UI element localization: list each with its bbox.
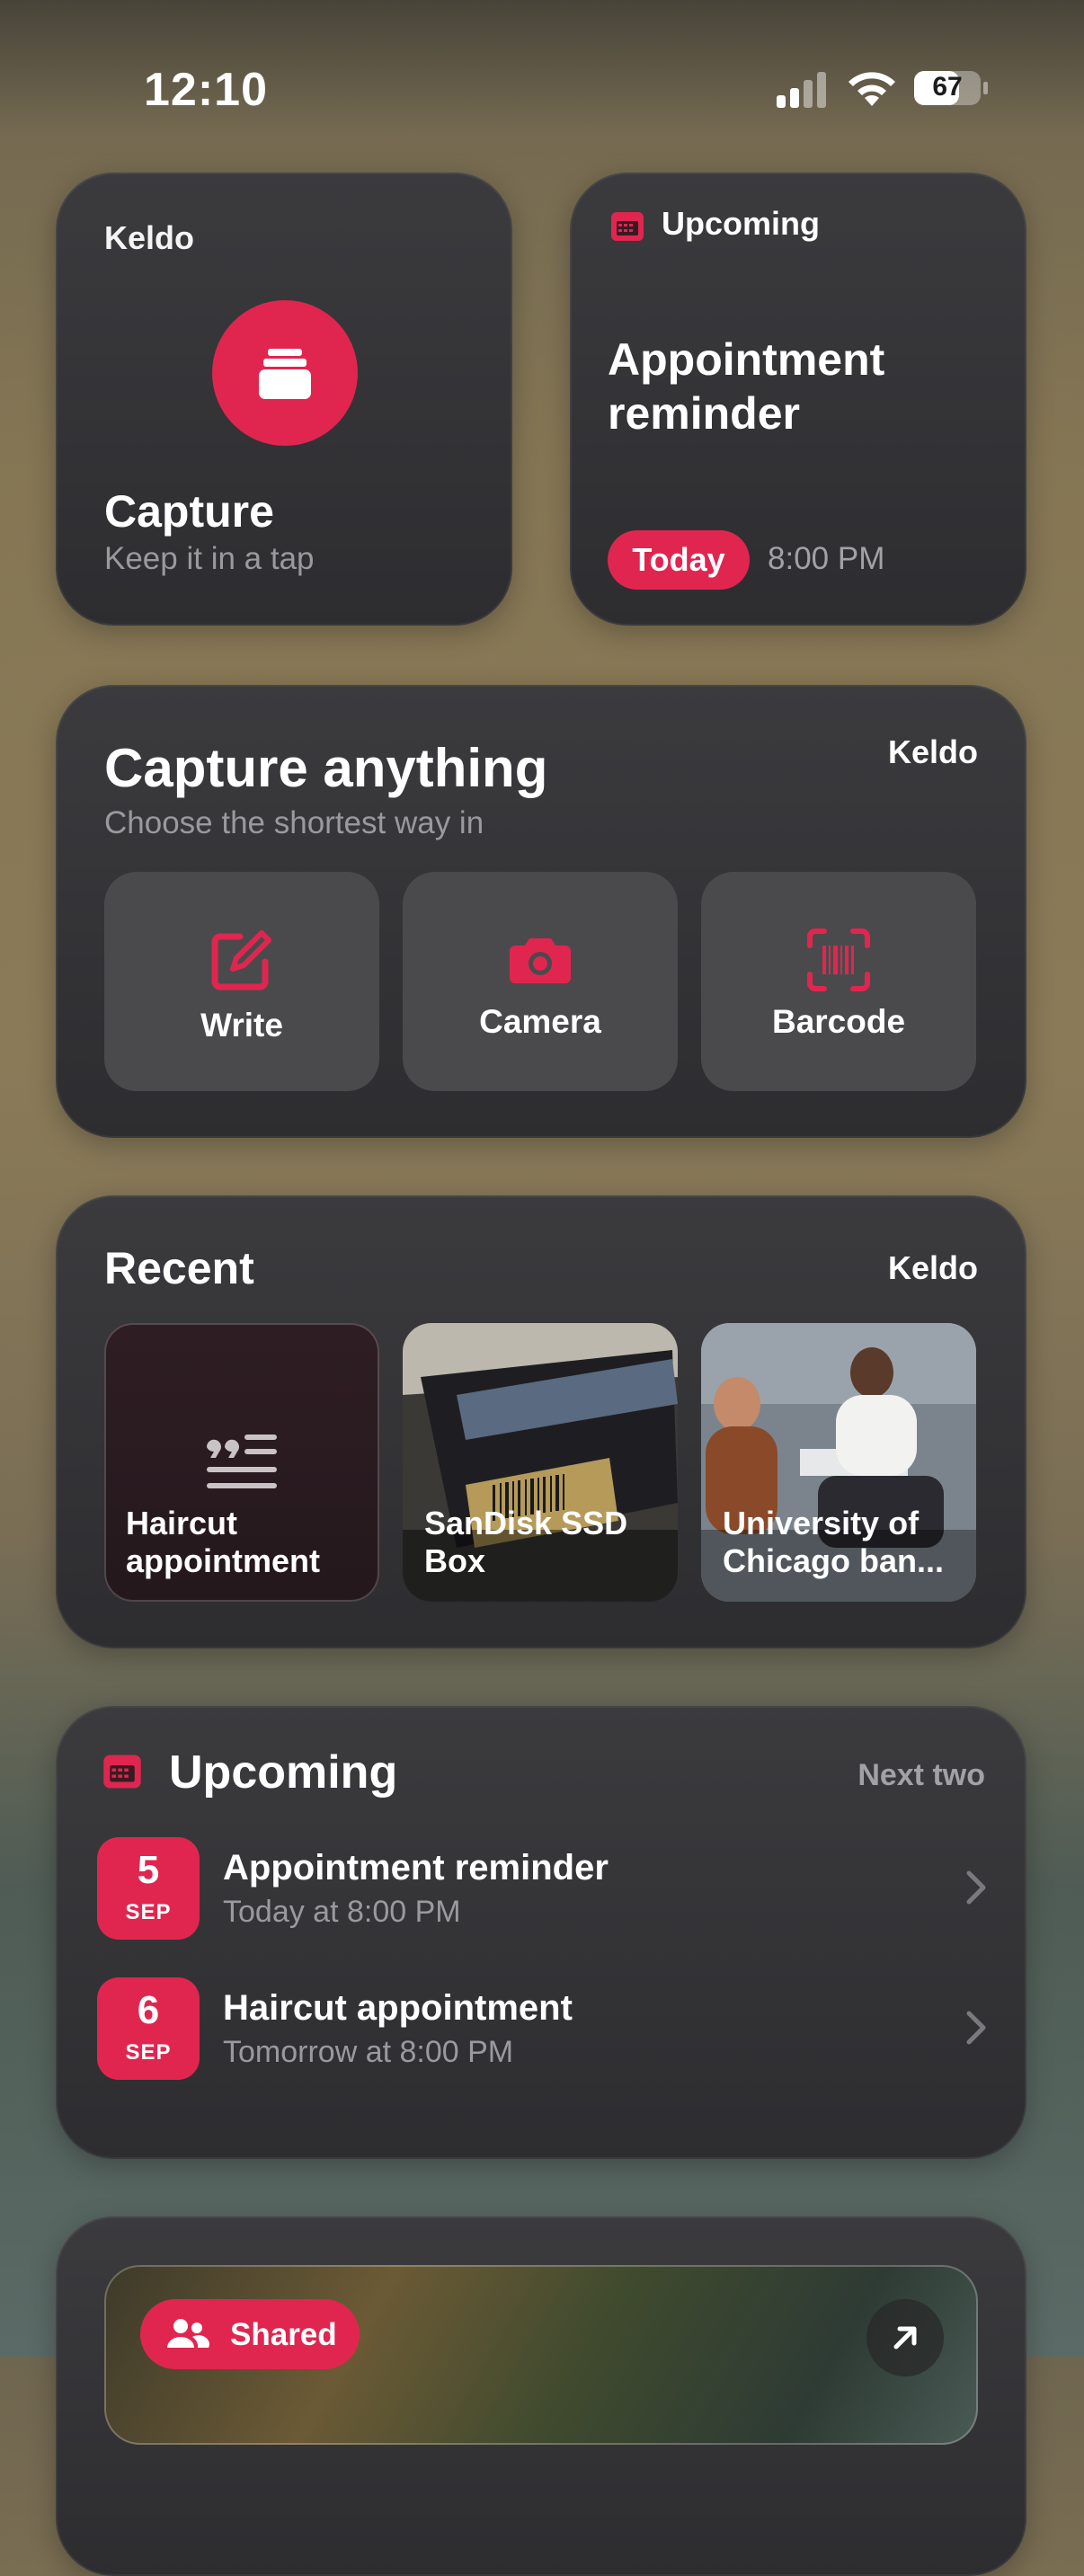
chevron-right-icon [966, 1870, 986, 1905]
cellular-signal-icon [777, 72, 826, 108]
event-row[interactable]: 5 SEP Appointment reminder Today at 8:00… [56, 1837, 1026, 1945]
event-title: Haircut appointment [223, 1988, 573, 2028]
recent-item[interactable]: Haircut appointment [104, 1323, 379, 1602]
today-badge: Today [608, 530, 750, 590]
action-label: Barcode [771, 1003, 906, 1040]
event-day: 6 [137, 1988, 160, 2032]
capture-anything-widget: Capture anything Choose the shortest way… [56, 685, 1026, 1138]
widget-title: Capture anything [104, 738, 548, 798]
date-badge: 6 SEP [97, 1977, 200, 2080]
widget-subtitle: Keep it in a tap [104, 541, 315, 576]
pencil-square-icon [211, 930, 271, 990]
chevron-right-icon [966, 2011, 986, 2045]
date-badge: 5 SEP [97, 1837, 200, 1940]
widget-meta: Next two [857, 1758, 985, 1792]
recent-widget: Recent Keldo Haircut appointment SanDisk… [56, 1195, 1026, 1648]
widget-title: Upcoming [169, 1746, 398, 1799]
event-month: SEP [125, 2040, 172, 2065]
event-row[interactable]: 6 SEP Haircut appointment Tomorrow at 8:… [56, 1977, 1026, 2085]
camera-button[interactable]: Camera [403, 872, 678, 1091]
quote-note-icon [206, 1435, 277, 1488]
event-month: SEP [125, 1900, 172, 1924]
status-time: 12:10 [144, 64, 268, 116]
recent-item-label: Haircut appointment [126, 1505, 320, 1579]
widget-title: Recent [104, 1243, 254, 1293]
calendar-icon [103, 1754, 141, 1789]
event-title: Appointment reminder [223, 1848, 609, 1888]
widget-brand: Keldo [887, 1249, 978, 1286]
widget-label: Upcoming [662, 205, 820, 242]
barcode-button[interactable]: Barcode [701, 872, 976, 1091]
shared-photo: Shared [104, 2265, 978, 2445]
arrow-up-right-icon [893, 2326, 917, 2349]
calendar-icon [611, 212, 644, 241]
open-button[interactable] [866, 2299, 944, 2376]
action-label: Camera [479, 1003, 601, 1040]
shared-badge: Shared [140, 2299, 360, 2369]
write-button[interactable]: Write [104, 872, 379, 1091]
upcoming-small-widget[interactable]: Upcoming Appointment reminder Today 8:00… [570, 173, 1026, 626]
stack-icon [259, 349, 311, 399]
event-when: Tomorrow at 8:00 PM [223, 2035, 514, 2069]
widget-subtitle: Choose the shortest way in [104, 805, 484, 840]
people-icon [167, 2319, 209, 2348]
wifi-icon [849, 72, 895, 106]
barcode-scan-icon [807, 928, 870, 991]
widget-brand: Keldo [887, 733, 978, 770]
shared-widget[interactable]: Shared [56, 2216, 1026, 2576]
event-day: 5 [137, 1848, 160, 1892]
action-label: Write [200, 1007, 283, 1044]
battery-level: 67 [932, 72, 963, 102]
camera-icon [510, 938, 571, 983]
widget-brand: Keldo [104, 219, 195, 256]
event-title: Appointment reminder [608, 334, 885, 439]
shared-label: Shared [230, 2317, 337, 2352]
upcoming-widget: Upcoming Next two 5 SEP Appointment remi… [56, 1706, 1026, 2159]
recent-item-label: SanDisk SSD Box [424, 1505, 628, 1579]
recent-item[interactable]: SanDisk SSD Box [403, 1323, 678, 1602]
capture-widget[interactable]: Keldo Capture Keep it in a tap [56, 173, 512, 626]
battery-indicator: 67 [913, 70, 989, 106]
event-time: 8:00 PM [768, 541, 885, 576]
status-bar: 12:10 67 [0, 0, 1084, 171]
capture-button[interactable] [212, 300, 358, 446]
recent-item-label: University of Chicago ban... [723, 1505, 945, 1579]
widget-title: Capture [104, 486, 274, 537]
recent-item[interactable]: University of Chicago ban... [701, 1323, 976, 1602]
event-when: Today at 8:00 PM [223, 1895, 461, 1929]
